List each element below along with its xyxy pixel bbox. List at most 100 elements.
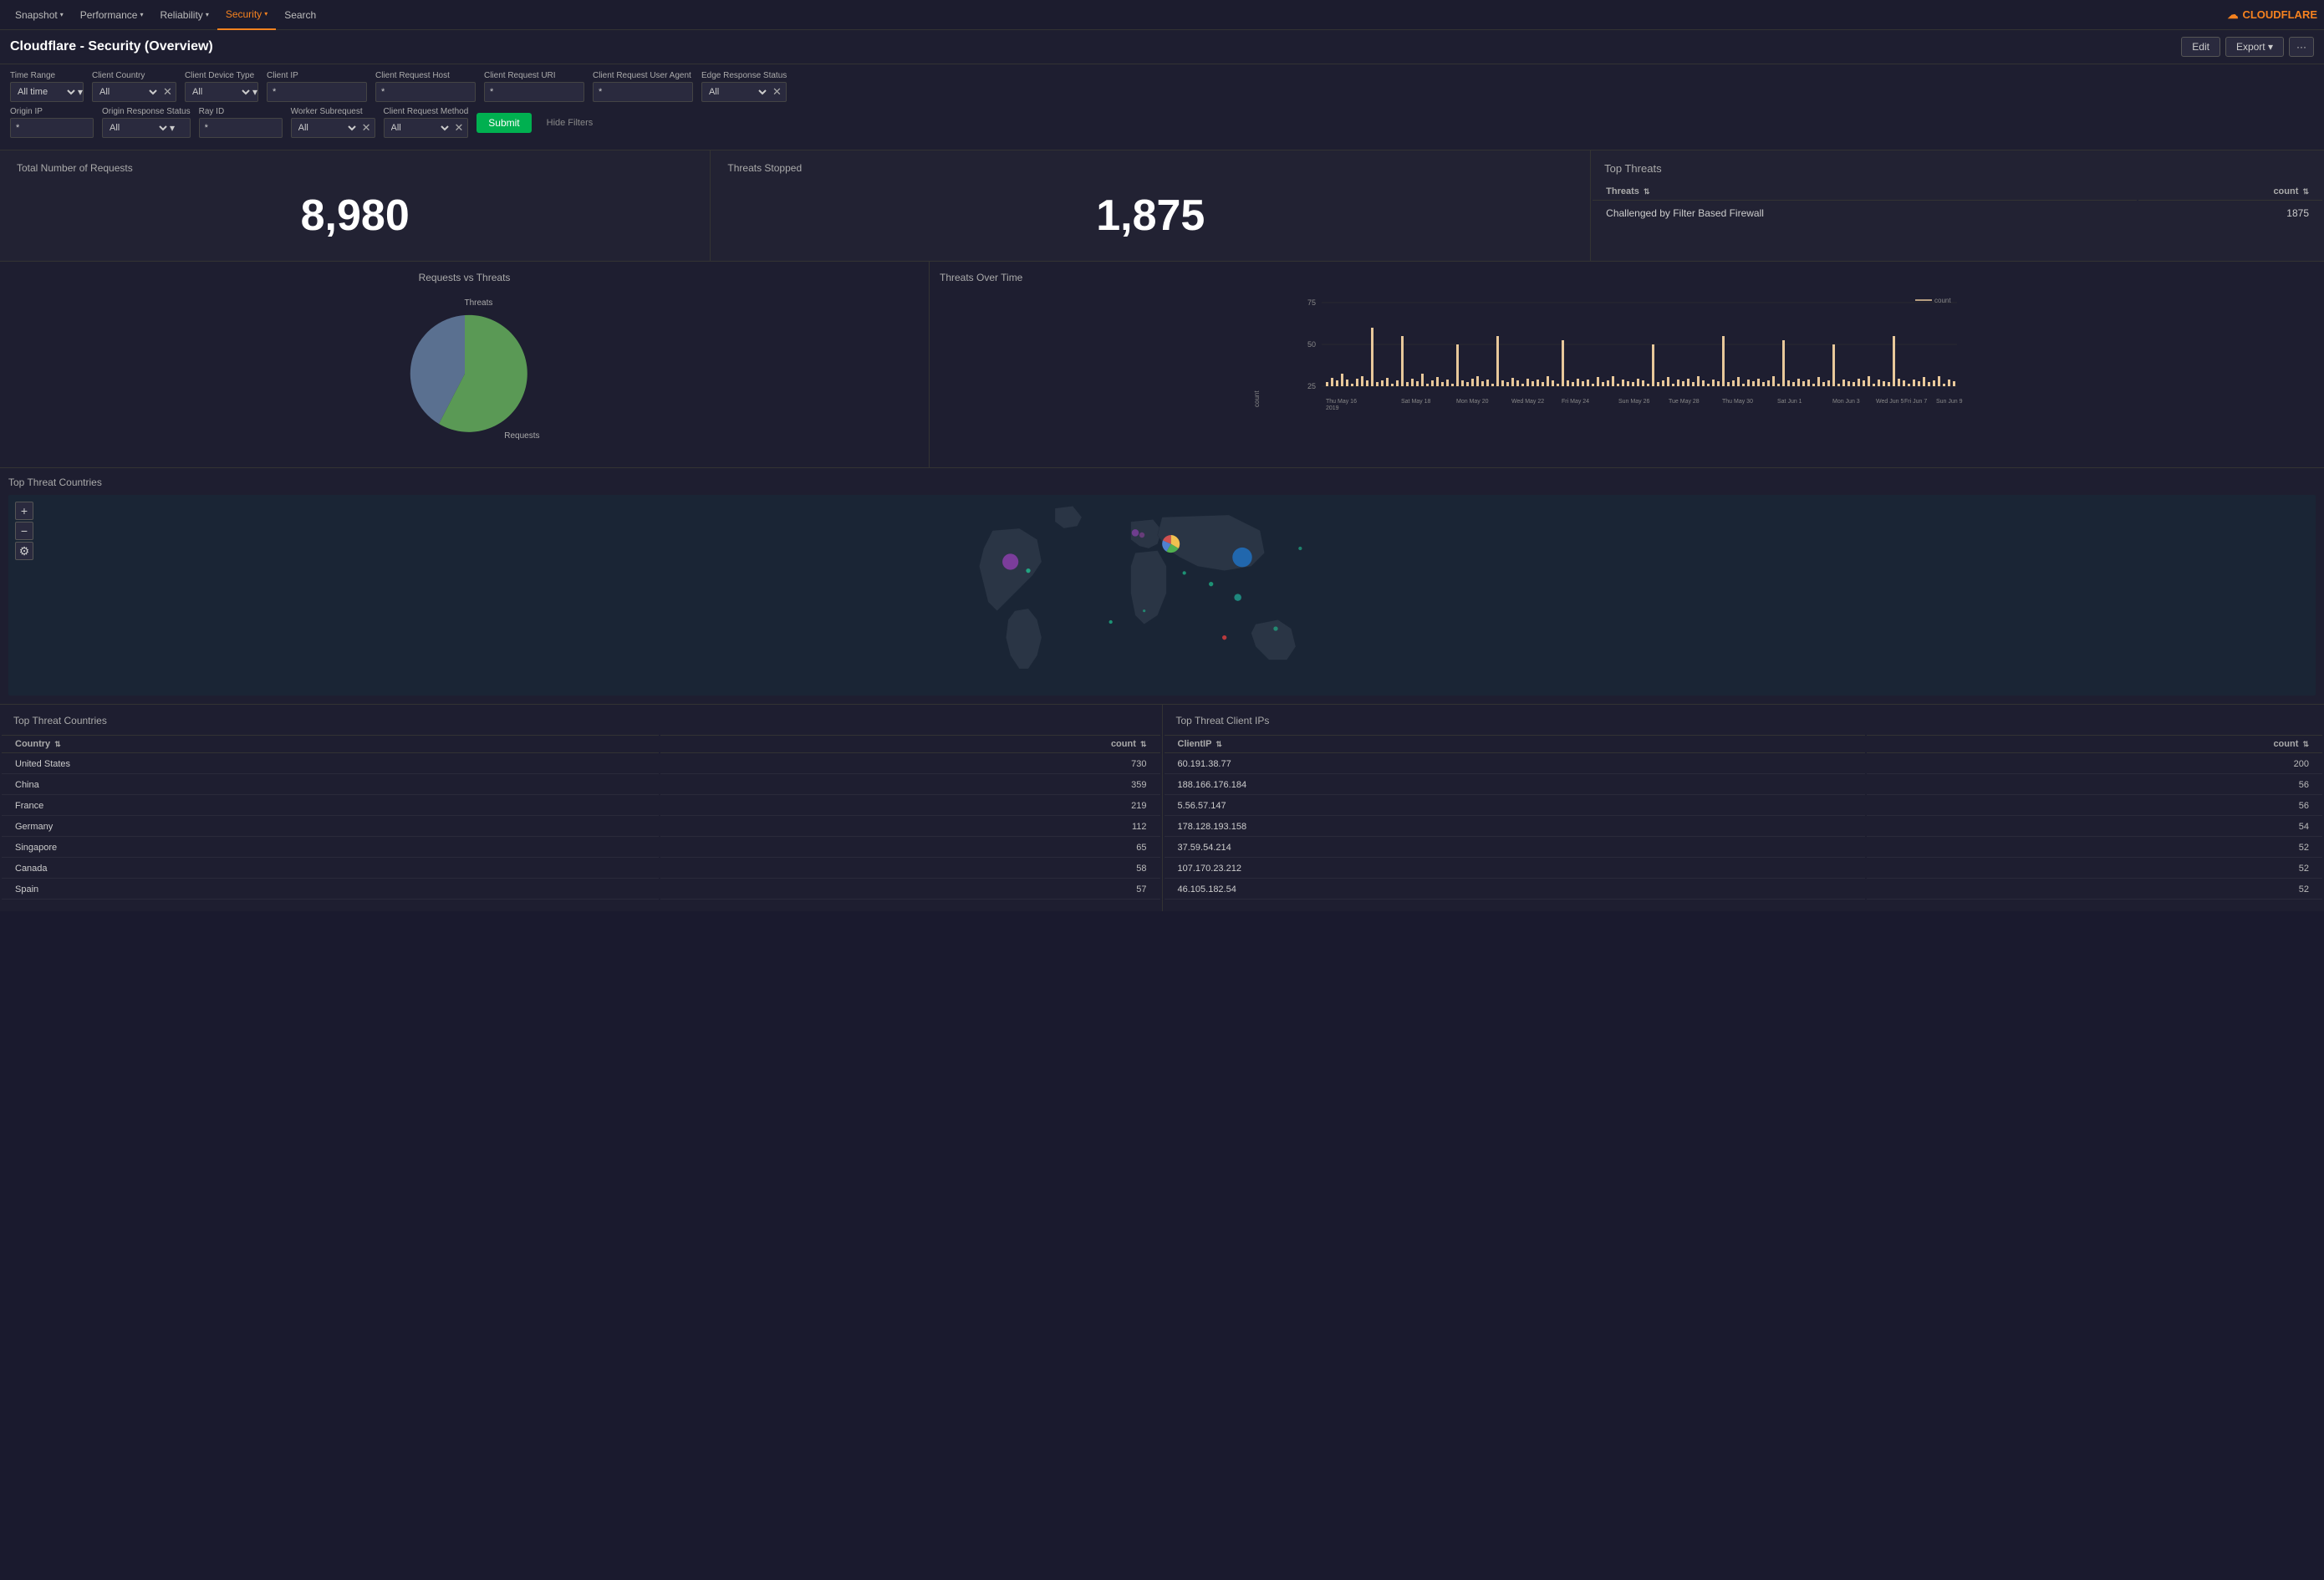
- filter-request-uri: Client Request URI: [484, 71, 584, 102]
- x-label-12: Fri Jun 7: [1904, 399, 1927, 405]
- list-item: 5.56.57.14756: [1165, 797, 2323, 816]
- filter-request-host: Client Request Host: [375, 71, 476, 102]
- x-label-2: Sat May 18: [1401, 399, 1431, 405]
- nav-security[interactable]: Security ▾: [217, 0, 276, 30]
- client-country-select[interactable]: All: [93, 82, 160, 102]
- page-title: Cloudflare - Security (Overview): [10, 39, 2181, 54]
- total-requests-title: Total Number of Requests: [17, 162, 693, 174]
- filter-request-method: Client Request Method All ✕: [384, 107, 469, 138]
- nav-snapshot[interactable]: Snapshot ▾: [7, 0, 72, 30]
- origin-response-select-wrap: All ▾: [102, 118, 191, 138]
- zoom-out-button[interactable]: −: [15, 522, 33, 540]
- country-col-header[interactable]: Country ⇅: [2, 735, 659, 753]
- x-label-8: Thu May 30: [1722, 399, 1753, 405]
- time-series-bars: [1326, 328, 1955, 386]
- top-navigation: Snapshot ▾ Performance ▾ Reliability ▾ S…: [0, 0, 2324, 30]
- table-row: Challenged by Filter Based Firewall1875: [1593, 202, 2322, 224]
- client-ip-sort-icon: ⇅: [1216, 740, 1222, 748]
- africa: [1131, 551, 1167, 624]
- origin-ip-input[interactable]: [10, 118, 94, 138]
- worker-subrequest-clear[interactable]: ✕: [359, 121, 375, 135]
- count-sort-icon: ⇅: [2302, 187, 2309, 196]
- countries-count-col-header[interactable]: count ⇅: [660, 735, 1160, 753]
- countries-count-sort-icon: ⇅: [1140, 740, 1147, 748]
- zoom-in-button[interactable]: +: [15, 502, 33, 520]
- count-col-header[interactable]: count ⇅: [2138, 183, 2322, 201]
- list-item: China359: [2, 776, 1160, 795]
- y-label-25: 25: [1307, 382, 1316, 390]
- cloudflare-logo: ☁ CLOUDFLARE: [2227, 8, 2317, 22]
- threats-stopped-value: 1,875: [727, 182, 1573, 249]
- charts-row: Requests vs Threats Threats Requests Thr…: [0, 262, 2324, 468]
- bottom-tables: Top Threat Countries Country ⇅ count ⇅ U…: [0, 705, 2324, 911]
- threats-col-header[interactable]: Threats ⇅: [1593, 183, 2137, 201]
- header-actions: Edit Export ▾ ···: [2181, 37, 2314, 57]
- worker-subrequest-select[interactable]: All: [292, 118, 359, 138]
- export-button[interactable]: Export ▾: [2225, 37, 2284, 57]
- security-arrow: ▾: [264, 10, 268, 18]
- more-button[interactable]: ···: [2289, 37, 2314, 57]
- reliability-arrow: ▾: [206, 11, 209, 18]
- client-ip-col-header[interactable]: ClientIP ⇅: [1165, 735, 1865, 753]
- edge-response-clear[interactable]: ✕: [769, 85, 785, 99]
- threats-table: Threats ⇅ count ⇅ Challenged by Filter B…: [1591, 181, 2324, 226]
- request-host-input[interactable]: [375, 82, 476, 102]
- client-device-select[interactable]: All: [186, 82, 252, 102]
- filter-user-agent: Client Request User Agent: [593, 71, 693, 102]
- map-settings-button[interactable]: ⚙: [15, 542, 33, 560]
- map-dot-east-asia: [1298, 547, 1302, 550]
- list-item: 188.166.176.18456: [1165, 776, 2323, 795]
- requests-vs-threats-panel: Requests vs Threats Threats Requests: [0, 262, 930, 467]
- edge-response-select[interactable]: All: [702, 82, 769, 102]
- map-controls: + − ⚙: [15, 502, 33, 560]
- pie-threats-label: Threats: [465, 298, 493, 308]
- request-uri-input[interactable]: [484, 82, 584, 102]
- threats-stopped-card: Threats Stopped 1,875: [711, 150, 1591, 261]
- total-requests-card: Total Number of Requests 8,980: [0, 150, 711, 261]
- x-label-11: Wed Jun 5: [1876, 399, 1904, 405]
- origin-response-select[interactable]: All: [103, 118, 170, 138]
- x-label-1: Thu May 16: [1326, 399, 1357, 405]
- nav-reliability[interactable]: Reliability ▾: [151, 0, 217, 30]
- request-method-clear[interactable]: ✕: [451, 121, 467, 135]
- client-country-clear[interactable]: ✕: [160, 85, 176, 99]
- x-label-4: Wed May 22: [1511, 399, 1544, 405]
- map-dot-aus: [1273, 626, 1277, 630]
- x-label-13: Sun Jun 9: [1936, 399, 1963, 405]
- threats-over-time-panel: Threats Over Time 75 50 25 count: [930, 262, 2324, 467]
- list-item: Canada58: [2, 859, 1160, 879]
- header-bar: Cloudflare - Security (Overview) Edit Ex…: [0, 30, 2324, 64]
- filter-origin-response: Origin Response Status All ▾: [102, 107, 191, 138]
- map-dot-germany: [1139, 533, 1144, 538]
- map-title: Top Threat Countries: [8, 477, 2316, 488]
- filter-edge-response: Edge Response Status All ✕: [701, 71, 787, 102]
- filter-time-range: Time Range All time ▾: [10, 71, 84, 102]
- list-item: 60.191.38.77200: [1165, 755, 2323, 774]
- request-method-select-wrap: All ✕: [384, 118, 469, 138]
- filter-origin-ip: Origin IP: [10, 107, 94, 138]
- time-range-select[interactable]: All time: [11, 82, 78, 102]
- request-method-select[interactable]: All: [385, 118, 451, 138]
- client-country-select-wrap: All ✕: [92, 82, 176, 102]
- legend-label: count: [1934, 297, 1951, 304]
- hide-filters-link[interactable]: Hide Filters: [547, 118, 594, 128]
- australia: [1251, 619, 1296, 660]
- edit-button[interactable]: Edit: [2181, 37, 2220, 57]
- worker-subrequest-select-wrap: All ✕: [291, 118, 375, 138]
- list-item: United States730: [2, 755, 1160, 774]
- submit-button[interactable]: Submit: [477, 113, 531, 133]
- map-dot-west-africa: [1109, 620, 1113, 624]
- cloud-icon: ☁: [2227, 8, 2238, 22]
- user-agent-input[interactable]: [593, 82, 693, 102]
- ray-id-input[interactable]: [199, 118, 283, 138]
- nav-search[interactable]: Search: [276, 0, 324, 30]
- performance-arrow: ▾: [140, 11, 143, 18]
- y-label-50: 50: [1307, 340, 1316, 349]
- client-ip-input[interactable]: [267, 82, 367, 102]
- client-ips-count-col-header[interactable]: count ⇅: [1867, 735, 2322, 753]
- map-pie-cluster: [1162, 535, 1180, 553]
- nav-performance[interactable]: Performance ▾: [72, 0, 152, 30]
- client-device-select-wrap: All ▾: [185, 82, 258, 102]
- threats-stopped-title: Threats Stopped: [727, 162, 1573, 174]
- x-label-7: Tue May 28: [1669, 399, 1700, 405]
